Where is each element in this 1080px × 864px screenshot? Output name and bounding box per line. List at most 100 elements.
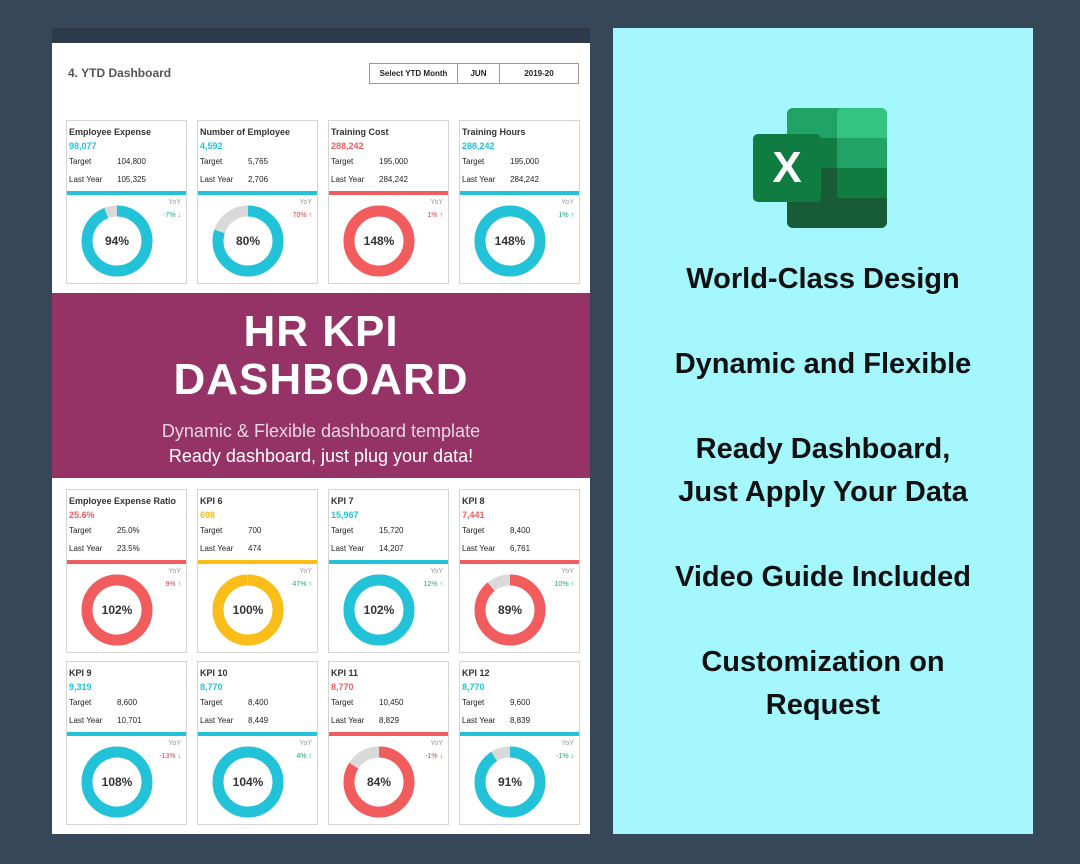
last-year-value: 474: [248, 544, 262, 553]
kpi-target-row: Target 8,400: [462, 526, 530, 535]
target-value: 8,400: [510, 526, 531, 535]
kpi-status-bar: [198, 191, 317, 195]
kpi-donut-chart: 80%: [212, 205, 284, 277]
target-label: Target: [462, 698, 485, 707]
kpi-value: 98,077: [69, 141, 97, 151]
yoy-label: YoY: [561, 740, 574, 747]
kpi-card: Employee Expense 98,077 Target 104,800 Last …: [66, 120, 187, 284]
kpi-donut-chart: 104%: [212, 746, 284, 818]
last-year-label: Last Year: [69, 716, 103, 725]
kpi-donut-chart: 102%: [81, 574, 153, 646]
kpi-status-bar: [329, 191, 448, 195]
yoy-value: -13% ↓: [159, 753, 181, 760]
kpi-status-bar: [67, 560, 186, 564]
donut-percent-label: 102%: [364, 603, 395, 617]
last-year-value: 105,325: [117, 175, 146, 184]
kpi-target-row: Target 195,000: [462, 157, 539, 166]
target-label: Target: [331, 157, 354, 166]
yoy-label: YoY: [168, 199, 181, 206]
kpi-target-row: Target 8,400: [200, 698, 268, 707]
yoy-label: YoY: [168, 740, 181, 747]
kpi-target-row: Target 25.0%: [69, 526, 140, 535]
kpi-card: KPI 8 7,441 Target 8,400 Last Year 6,761 YoY 10…: [459, 489, 580, 653]
kpi-last-year-row: Last Year 23.5%: [69, 544, 140, 553]
last-year-value: 6,761: [510, 544, 531, 553]
last-year-label: Last Year: [331, 175, 365, 184]
target-value: 15,720: [379, 526, 404, 535]
kpi-value: 8,770: [462, 682, 485, 692]
donut-percent-label: 148%: [364, 234, 395, 248]
target-label: Target: [462, 157, 485, 166]
last-year-label: Last Year: [200, 544, 234, 553]
last-year-label: Last Year: [331, 716, 365, 725]
target-value: 5,765: [248, 157, 269, 166]
last-year-label: Last Year: [462, 716, 496, 725]
kpi-donut-chart: 94%: [81, 205, 153, 277]
kpi-donut-chart: 108%: [81, 746, 153, 818]
yoy-label: YoY: [430, 740, 443, 747]
kpi-status-bar: [460, 560, 579, 564]
kpi-title: KPI 7: [331, 496, 354, 506]
last-year-value: 8,829: [379, 716, 400, 725]
kpi-target-row: Target 8,600: [69, 698, 137, 707]
target-label: Target: [200, 157, 223, 166]
kpi-status-bar: [460, 191, 579, 195]
promo-banner: HR KPI DASHBOARD Dynamic & Flexible dash…: [52, 293, 590, 478]
kpi-target-row: Target 700: [200, 526, 261, 535]
target-label: Target: [200, 698, 223, 707]
target-label: Target: [331, 698, 354, 707]
kpi-target-row: Target 15,720: [331, 526, 403, 535]
kpi-title: Employee Expense: [69, 127, 152, 137]
month-dropdown[interactable]: JUN: [458, 64, 500, 83]
kpi-card: Training Hours 288,242 Target 195,000 Last Y…: [459, 120, 580, 284]
kpi-title: KPI 9: [69, 668, 92, 678]
banner-title-line1: HR KPI: [243, 307, 399, 356]
last-year-value: 8,839: [510, 716, 531, 725]
feature-video-guide: Video Guide Included: [675, 561, 971, 593]
donut-percent-label: 102%: [102, 603, 133, 617]
target-value: 195,000: [510, 157, 539, 166]
donut-percent-label: 108%: [102, 775, 133, 789]
feature-panel: X World-Class Design Dynamic and Flexibl…: [613, 28, 1033, 834]
kpi-last-year-row: Last Year 105,325: [69, 175, 146, 184]
kpi-last-year-row: Last Year 8,449: [200, 716, 268, 725]
donut-percent-label: 91%: [498, 775, 522, 789]
yoy-value: -1% ↓: [556, 753, 574, 760]
kpi-value: 4,592: [200, 141, 223, 151]
target-label: Target: [331, 526, 354, 535]
year-dropdown[interactable]: 2019-20: [500, 64, 578, 83]
kpi-title: KPI 8: [462, 496, 485, 506]
last-year-label: Last Year: [200, 175, 234, 184]
target-label: Target: [200, 526, 223, 535]
last-year-value: 284,242: [379, 175, 408, 184]
excel-logo-letter: X: [772, 143, 801, 192]
kpi-title: Number of Employee: [200, 127, 291, 137]
kpi-target-row: Target 5,765: [200, 157, 268, 166]
last-year-value: 23.5%: [117, 544, 140, 553]
last-year-value: 8,449: [248, 716, 269, 725]
last-year-label: Last Year: [200, 716, 234, 725]
kpi-target-row: Target 10,450: [331, 698, 403, 707]
yoy-value: -7% ↓: [163, 212, 181, 219]
last-year-value: 10,701: [117, 716, 142, 725]
yoy-label: YoY: [299, 199, 312, 206]
kpi-status-bar: [329, 560, 448, 564]
kpi-value: 7,441: [462, 510, 485, 520]
kpi-card: KPI 9 9,319 Target 8,600 Last Year 10,701 YoY -…: [66, 661, 187, 825]
kpi-title: Training Cost: [331, 127, 389, 137]
donut-percent-label: 104%: [233, 775, 264, 789]
kpi-card: Number of Employee 4,592 Target 5,765 Last Y…: [197, 120, 318, 284]
kpi-last-year-row: Last Year 10,701: [69, 716, 141, 725]
ytd-month-selector[interactable]: Select YTD Month JUN 2019-20: [369, 63, 579, 84]
donut-percent-label: 148%: [495, 234, 526, 248]
yoy-label: YoY: [299, 568, 312, 575]
kpi-card: Employee Expense Ratio 25.6% Target 25.0% La…: [66, 489, 187, 653]
kpi-status-bar: [67, 732, 186, 736]
kpi-target-row: Target 195,000: [331, 157, 408, 166]
kpi-last-year-row: Last Year 14,207: [331, 544, 403, 553]
yoy-value: 12% ↑: [423, 581, 443, 588]
kpi-card: KPI 12 8,770 Target 9,600 Last Year 8,839 YoY -…: [459, 661, 580, 825]
target-value: 104,800: [117, 157, 146, 166]
kpi-title: Employee Expense Ratio: [69, 496, 177, 506]
last-year-label: Last Year: [69, 544, 103, 553]
